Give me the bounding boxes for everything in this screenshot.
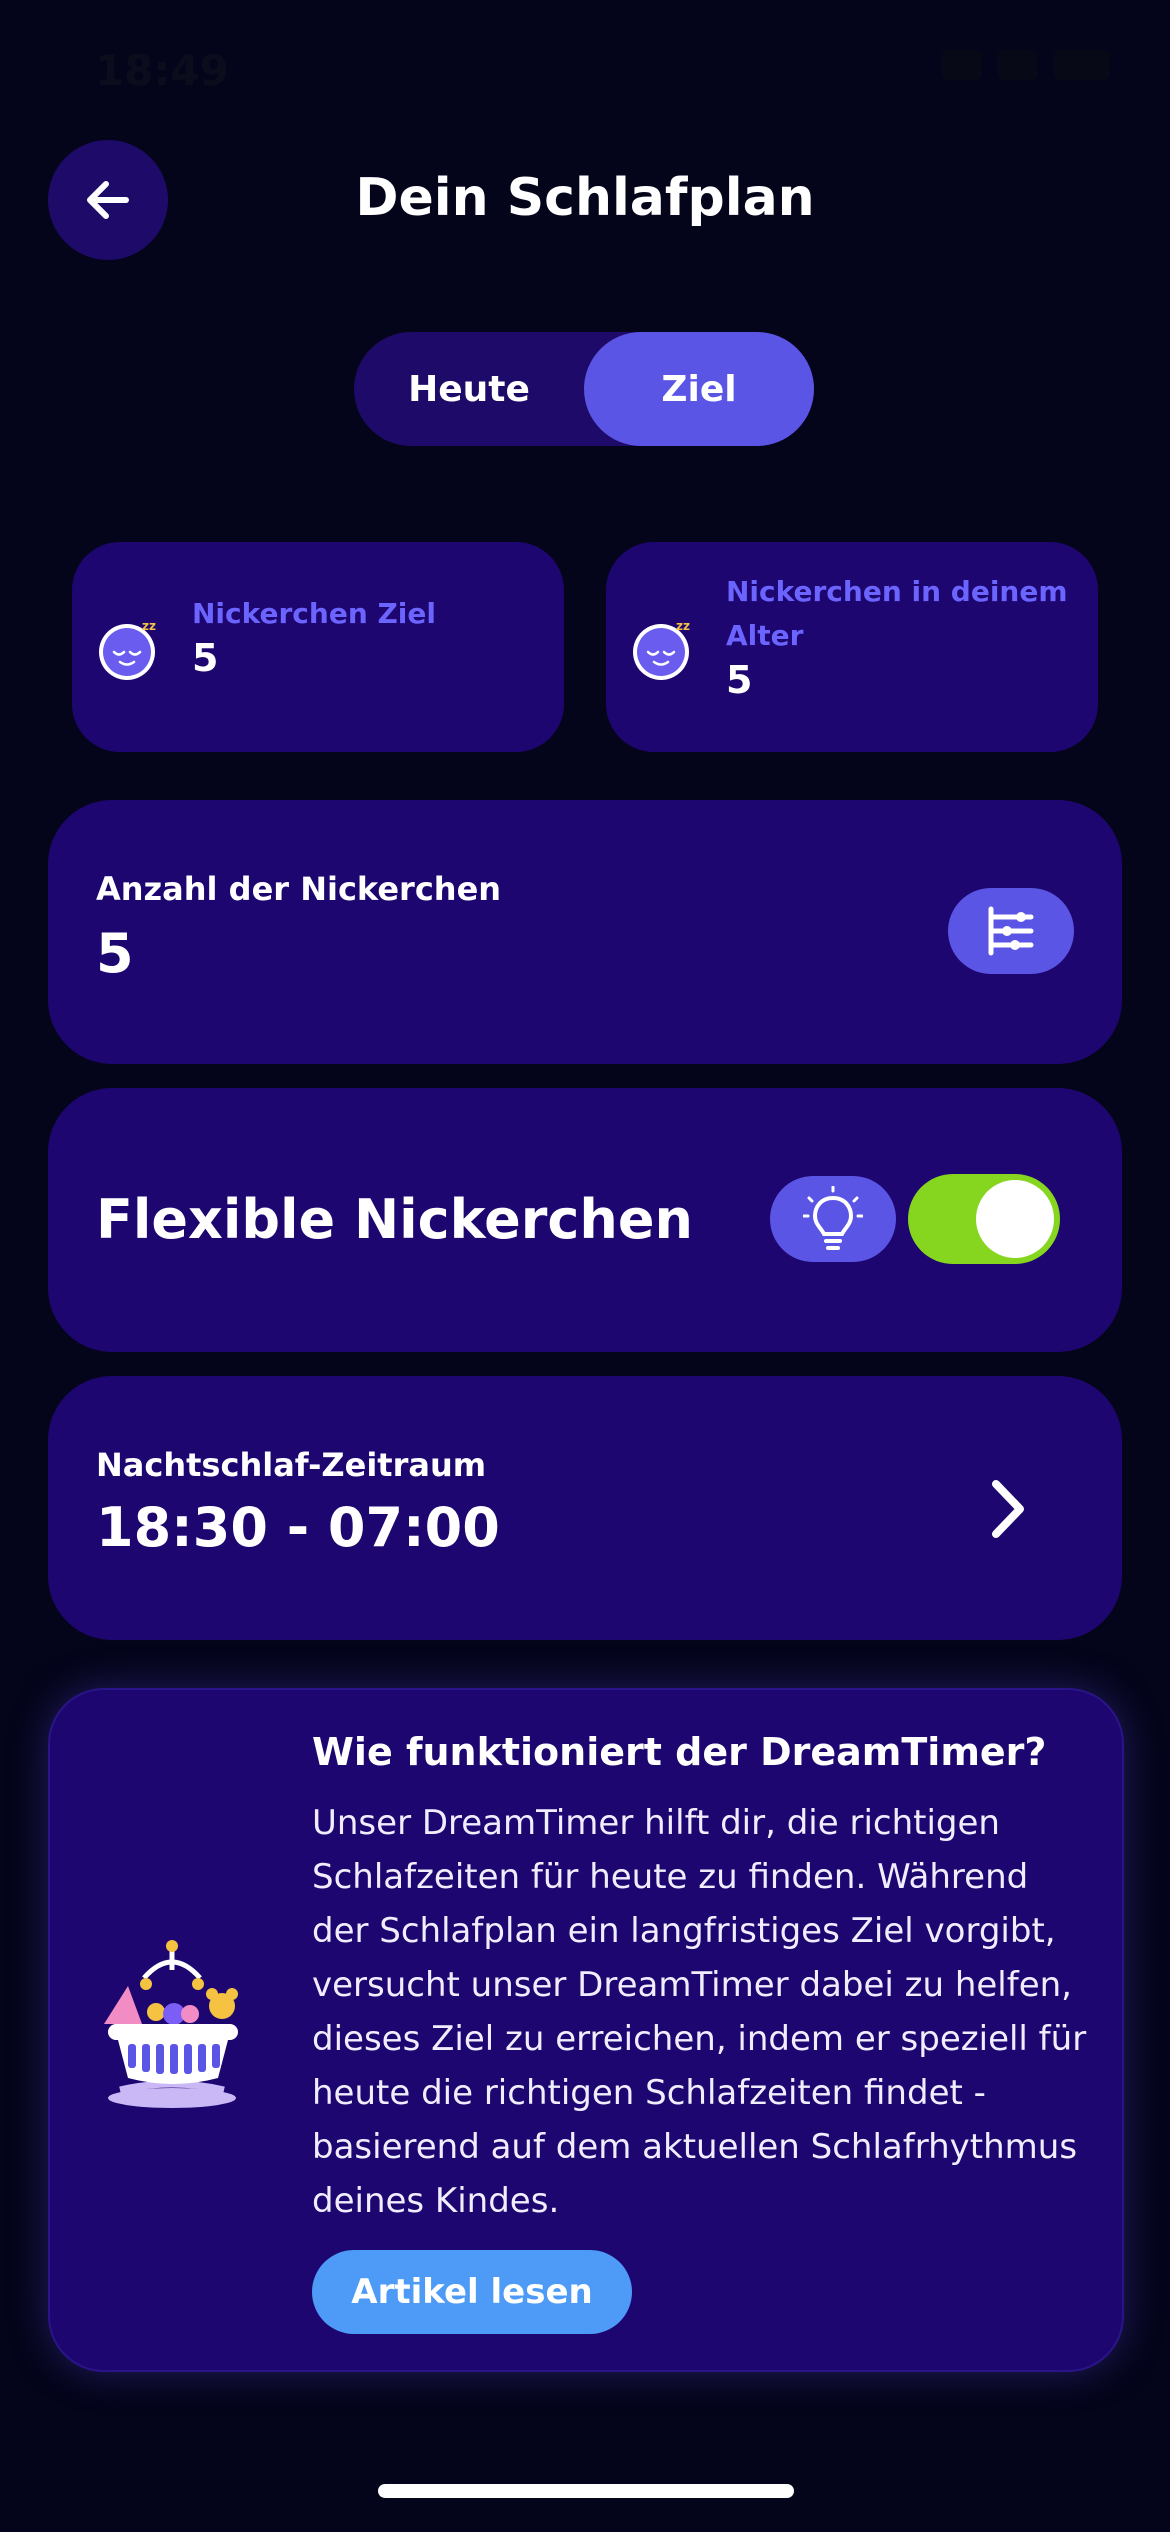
svg-text:zz: zz [676,619,690,633]
night-sleep-card[interactable]: Nachtschlaf-Zeitraum 18:30 - 07:00 [48,1376,1122,1640]
read-article-button[interactable]: Artikel lesen [312,2250,632,2334]
night-sleep-value: 18:30 - 07:00 [96,1496,500,1559]
stat-value: 5 [192,636,219,680]
flexible-naps-card: Flexible Nickerchen [48,1088,1122,1352]
dreamtimer-info-card: Wie funktioniert der DreamTimer? Unser D… [48,1688,1124,2372]
stat-card-age: zz Nickerchen in deinem Alter 5 [606,542,1098,752]
status-bar: 18:49 [0,0,1170,140]
stat-label: Nickerchen Ziel [192,597,436,630]
flexible-info-button[interactable] [770,1176,896,1262]
page-title: Dein Schlafplan [355,168,815,228]
crib-illustration [104,1940,238,2108]
sleepy-face-icon: zz [633,619,690,680]
stat-label: Nickerchen in deinem Alter [726,575,1068,652]
home-indicator[interactable] [378,2484,794,2498]
battery-icon [1054,50,1110,80]
svg-text:zz: zz [142,619,156,633]
toggle-knob [976,1180,1054,1258]
sleepy-face-icon: zz [99,619,156,680]
chevron-right-icon [992,1480,1024,1538]
lightbulb-icon [803,1186,863,1250]
segmented-control: Heute Ziel [354,332,814,446]
stat-card-goal: zz Nickerchen Ziel 5 [72,542,564,752]
signal-icon [942,50,982,80]
nap-count-value: 5 [96,922,134,985]
info-body: Unser DreamTimer hilft dir, die richtige… [312,1803,1087,2221]
night-sleep-label: Nachtschlaf-Zeitraum [96,1446,487,1484]
status-icons [942,50,1110,80]
tab-heute[interactable]: Heute [354,332,584,446]
flexible-naps-toggle[interactable] [908,1174,1060,1264]
nap-count-card: Anzahl der Nickerchen 5 [48,800,1122,1064]
wifi-icon [998,50,1038,80]
tab-ziel[interactable]: Ziel [584,332,814,446]
stat-value: 5 [726,658,753,702]
info-title: Wie funktioniert der DreamTimer? [312,1730,1047,1774]
flexible-naps-label: Flexible Nickerchen [96,1188,693,1251]
nap-count-label: Anzahl der Nickerchen [96,870,502,908]
status-time: 18:49 [95,46,229,95]
sliders-icon [988,906,1034,956]
adjust-naps-button[interactable] [948,888,1074,974]
